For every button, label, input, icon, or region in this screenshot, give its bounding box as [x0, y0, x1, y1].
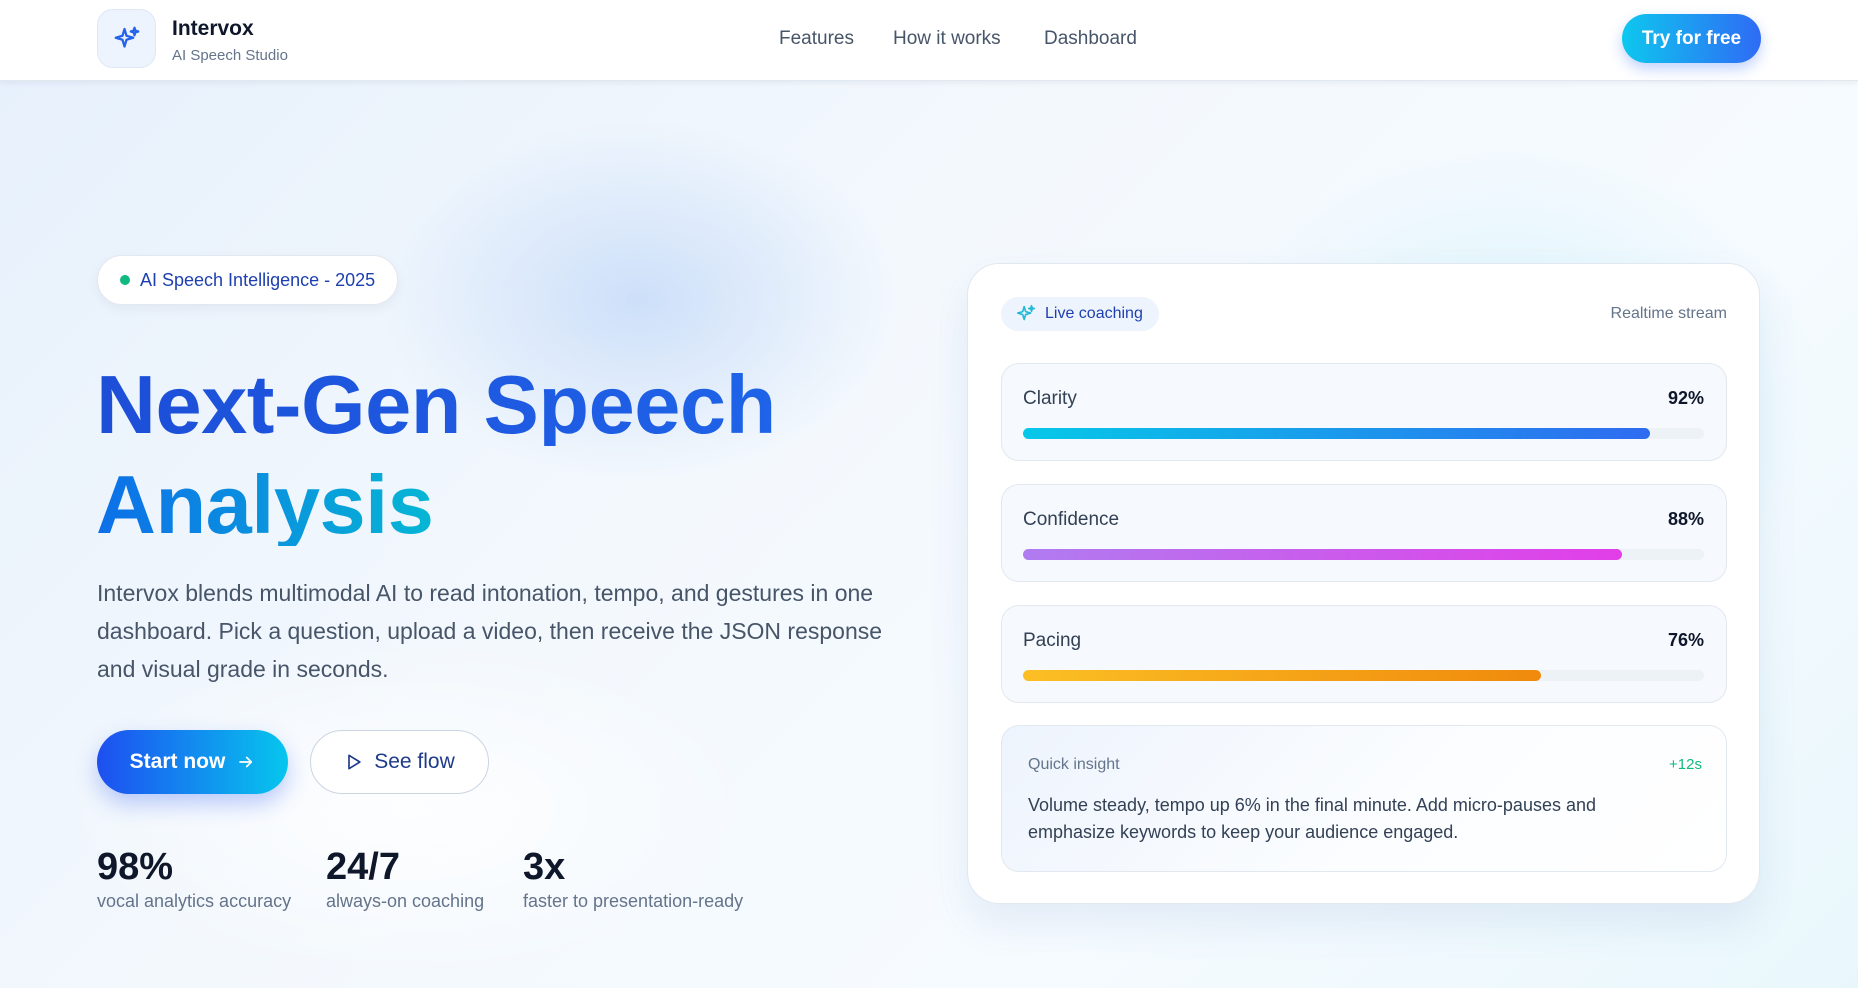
metric-confidence: Confidence 88% [1001, 484, 1727, 582]
hero-badge-label: AI Speech Intelligence - 2025 [140, 269, 376, 290]
progress-fill [1023, 428, 1650, 439]
nav-features[interactable]: Features [779, 28, 854, 50]
sparkles-icon [114, 26, 139, 48]
metric-value: 92% [1667, 388, 1704, 408]
nav-how-it-works[interactable]: How it works [893, 28, 1001, 50]
hero-title-line1: Next-Gen Speech [96, 358, 776, 451]
hero-badge: AI Speech Intelligence - 2025 [97, 255, 399, 305]
metric-value: 88% [1667, 509, 1704, 529]
arrow-right-icon [239, 756, 253, 768]
stat-label-speed: faster to presentation-ready [523, 891, 744, 911]
brand-logo[interactable] [97, 9, 156, 68]
site-header: Intervox AI Speech Studio Features How i… [0, 0, 1858, 81]
live-coaching-card: Live coaching Realtime stream Clarity 92… [967, 263, 1760, 904]
status-dot [120, 275, 130, 285]
progress-track [1023, 670, 1704, 681]
start-now-label: Start now [129, 750, 226, 773]
metric-pacing: Pacing 76% [1001, 605, 1727, 703]
progress-track [1023, 549, 1704, 560]
insight-label: Quick insight [1028, 756, 1120, 773]
play-icon [348, 754, 361, 770]
realtime-stream-label: Realtime stream [1610, 305, 1727, 322]
stat-value-speed: 3x [523, 846, 566, 888]
metric-label: Clarity [1023, 388, 1077, 409]
nav-dashboard[interactable]: Dashboard [1044, 28, 1137, 50]
brand-tagline: AI Speech Studio [172, 47, 288, 64]
progress-track [1023, 428, 1704, 439]
metric-value: 76% [1667, 630, 1704, 650]
start-now-button[interactable]: Start now [97, 730, 288, 794]
hero-description: Intervox blends multimodal AI to read in… [97, 580, 883, 682]
quick-insight-panel: Quick insight +12s Volume steady, tempo … [1001, 725, 1727, 872]
try-for-free-button[interactable]: Try for free [1622, 14, 1761, 63]
metric-label: Confidence [1023, 509, 1120, 530]
see-flow-button[interactable]: See flow [310, 730, 489, 794]
sparkles-icon [1016, 304, 1036, 321]
progress-fill [1023, 549, 1623, 560]
insight-timestamp: +12s [1669, 756, 1702, 773]
see-flow-label: See flow [374, 750, 455, 773]
metric-clarity: Clarity 92% [1001, 363, 1727, 461]
insight-text: Volume steady, tempo up 6% in the final … [1028, 795, 1596, 842]
brand-name[interactable]: Intervox [172, 17, 254, 41]
stat-label-coaching: always-on coaching [326, 891, 485, 911]
hero-title-line2: Analysis [96, 458, 434, 551]
stat-value-accuracy: 98% [97, 846, 174, 888]
stat-label-accuracy: vocal analytics accuracy [97, 891, 292, 911]
live-coaching-badge: Live coaching [1001, 297, 1159, 331]
stat-value-coaching: 24/7 [326, 846, 400, 888]
progress-fill [1023, 670, 1541, 681]
metric-label: Pacing [1023, 630, 1082, 651]
live-coaching-label: Live coaching [1045, 305, 1143, 322]
